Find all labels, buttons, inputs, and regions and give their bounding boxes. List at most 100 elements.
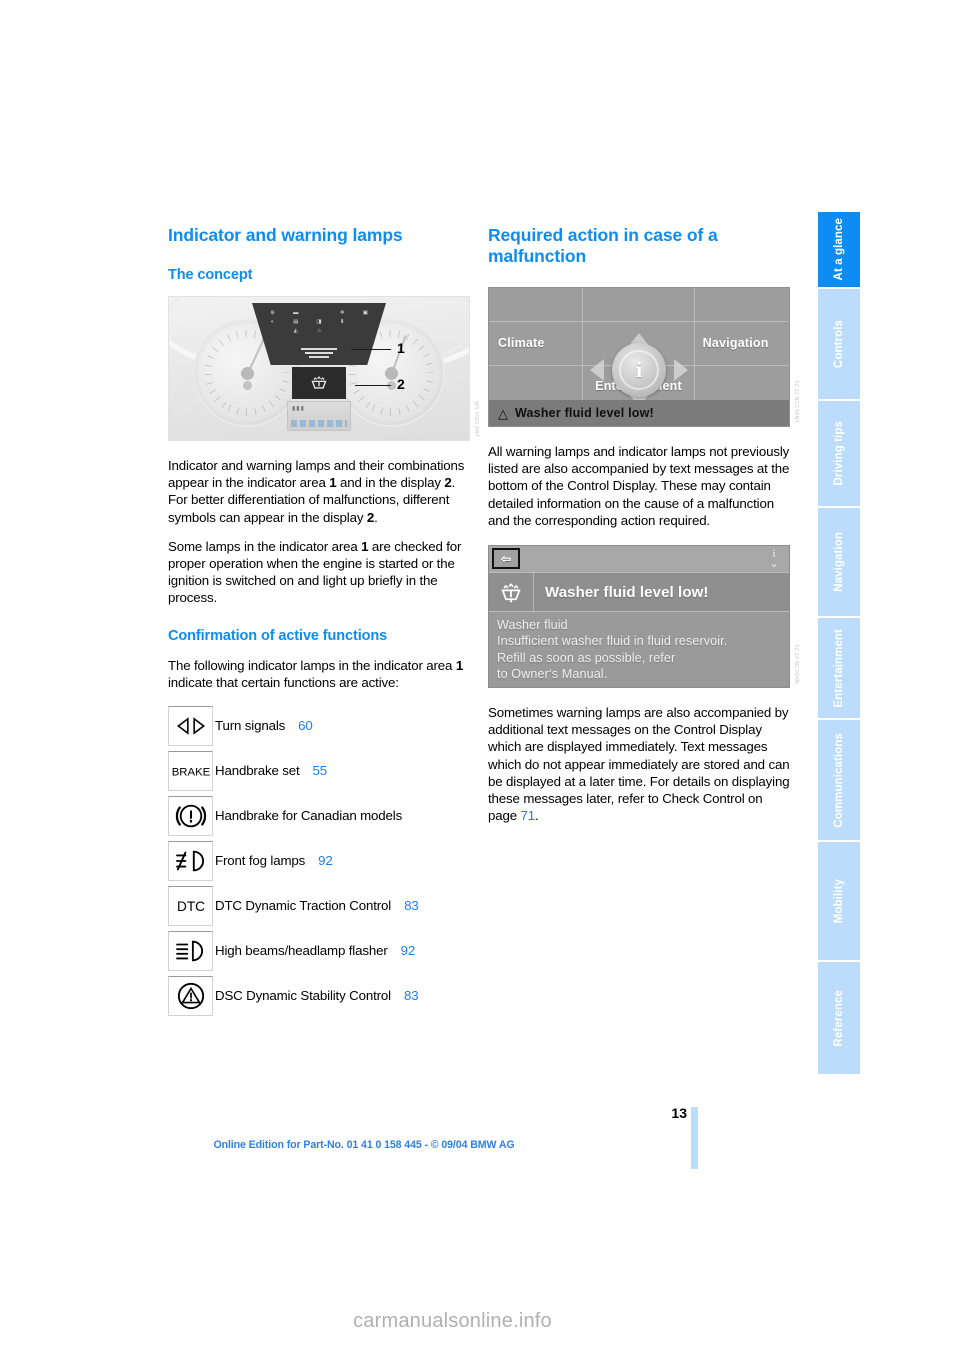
lamp-glyph: ⌂ bbox=[317, 328, 321, 334]
idrive-cell-bl bbox=[489, 365, 584, 400]
emphasis: 1 bbox=[455, 657, 464, 673]
handbrake-canada-icon bbox=[168, 795, 213, 836]
lamp-glyph bbox=[308, 310, 329, 316]
ccmsg-body-line: to Owner‘s Manual. bbox=[497, 667, 608, 682]
status-message-text: Washer fluid level low! bbox=[515, 406, 654, 420]
idrive-cell-br bbox=[695, 366, 789, 400]
lamp-glyph bbox=[355, 328, 376, 334]
ccmsg-body-line: Insufficient washer fluid in fluid reser… bbox=[497, 634, 728, 649]
symbol-label-cell: Turn signals 60 bbox=[215, 703, 470, 748]
page-reference[interactable]: 60 bbox=[298, 718, 313, 733]
idrive-controller-rose: i bbox=[590, 333, 688, 407]
page-reference[interactable]: 83 bbox=[404, 988, 419, 1003]
symbol-cell bbox=[168, 703, 215, 748]
lamp-glyph: ◭ bbox=[293, 328, 298, 334]
paragraph-confirmation: The following indicator lamps in the ind… bbox=[168, 657, 470, 691]
section-tab-reference[interactable]: Reference bbox=[818, 962, 860, 1074]
high-beam-icon bbox=[168, 930, 213, 971]
text-run: and in the display bbox=[336, 475, 445, 491]
paragraph-malfunction-1: All warning lamps and indicator lamps no… bbox=[488, 444, 790, 528]
idrive-menu-climate[interactable]: Climate bbox=[498, 336, 545, 350]
ccmsg-body-line: Washer fluid bbox=[497, 618, 568, 633]
svg-text:BRAKE: BRAKE bbox=[171, 766, 210, 778]
label-spacer bbox=[285, 718, 298, 733]
section-tab-label: At a glance bbox=[833, 218, 845, 281]
label-spacer bbox=[391, 898, 404, 913]
page-reference[interactable]: 71 bbox=[521, 808, 536, 823]
dtc-icon: DTC bbox=[168, 885, 213, 926]
washer-fluid-icon bbox=[501, 583, 521, 602]
lamp-glyph: ▤ bbox=[293, 319, 299, 325]
idrive-cell-ml: Climate bbox=[489, 322, 584, 366]
symbol-label-cell: Front fog lamps 92 bbox=[215, 838, 470, 883]
idrive-info-knob[interactable]: i bbox=[612, 343, 666, 397]
callout-number-2: 2 bbox=[397, 376, 405, 392]
section-tab-label: Driving tips bbox=[833, 421, 845, 486]
lamp-glyph: ▬ bbox=[293, 310, 299, 316]
section-tab-entertainment[interactable]: Entertainment bbox=[818, 618, 860, 718]
back-button[interactable]: ⇦ bbox=[492, 548, 520, 570]
figure-check-control-message: ⇦ i ⌄ Washer fluid level low! Washer flu… bbox=[488, 545, 799, 689]
chevron-down-icon: ⌄ bbox=[769, 558, 779, 571]
section-tab-communications[interactable]: Communications bbox=[818, 720, 860, 840]
section-tab-mobility[interactable]: Mobility bbox=[818, 842, 860, 960]
symbol-label: Handbrake for Canadian models bbox=[215, 808, 403, 824]
table-row: Front fog lamps 92 bbox=[168, 838, 470, 883]
table-row: DTC DTC Dynamic Traction Control 83 bbox=[168, 883, 470, 928]
figure-credit: SZ 11 NCCTANY bbox=[793, 379, 799, 423]
heading-confirmation-of-active-functions: Confirmation of active functions bbox=[168, 627, 388, 644]
idrive-menu-navigation[interactable]: Navigation bbox=[703, 336, 769, 350]
symbol-label: DTC Dynamic Traction Control bbox=[215, 898, 392, 914]
section-tab-at-a-glance[interactable]: At a glance bbox=[818, 212, 860, 287]
lamp-glyph bbox=[262, 328, 283, 334]
symbol-label: Handbrake set bbox=[215, 763, 300, 779]
text-run: . bbox=[374, 509, 378, 525]
table-row: High beams/headlamp flasher 92 bbox=[168, 928, 470, 973]
page-reference[interactable]: 92 bbox=[401, 943, 416, 958]
lamp-glyph: ⊛ bbox=[270, 310, 275, 316]
section-tab-label: Mobility bbox=[833, 878, 845, 924]
control-display-status-bar: △ Washer fluid level low! bbox=[489, 400, 789, 426]
odometer-lcd: ▮▮▮ bbox=[287, 401, 351, 431]
table-row: DSC Dynamic Stability Control 83 bbox=[168, 973, 470, 1018]
symbol-cell bbox=[168, 793, 215, 838]
brake-text-icon: BRAKE bbox=[168, 750, 213, 791]
figure-control-display-main-menu: Climate Navigation Entertainment bbox=[488, 287, 799, 427]
label-spacer bbox=[388, 943, 401, 958]
table-row: BRAKE Handbrake set 55 bbox=[168, 748, 470, 793]
paragraph-malfunction-2: Sometimes warning lamps are also accompa… bbox=[488, 704, 790, 824]
table-row: Turn signals 60 bbox=[168, 703, 470, 748]
back-arrow-icon: ⇦ bbox=[500, 551, 512, 566]
section-tab-driving-tips[interactable]: Driving tips bbox=[818, 401, 860, 506]
lamp-glyph bbox=[355, 319, 376, 325]
callout-leader-1 bbox=[351, 349, 391, 350]
watermark: carmanualsonline.info bbox=[353, 1310, 552, 1332]
dsc-icon bbox=[168, 975, 213, 1016]
idrive-cell-tl bbox=[489, 288, 584, 323]
section-tab-navigation[interactable]: Navigation bbox=[818, 508, 860, 616]
symbol-label-cell: DTC Dynamic Traction Control 83 bbox=[215, 883, 470, 928]
odometer-bargraph bbox=[291, 420, 347, 427]
display-area-panel bbox=[292, 367, 346, 399]
check-control-message-image: ⇦ i ⌄ Washer fluid level low! Washer flu… bbox=[488, 545, 790, 689]
symbol-label: Turn signals bbox=[215, 718, 286, 734]
section-tab-controls[interactable]: Controls bbox=[818, 289, 860, 399]
figure-credit: SZ 10 NC76HN bbox=[793, 644, 799, 685]
info-scroll-icon[interactable]: i ⌄ bbox=[765, 549, 783, 571]
right-column: Required action in case of a malfunction… bbox=[488, 225, 799, 824]
page-reference[interactable]: 92 bbox=[318, 853, 333, 868]
figure-credit: WS 00Z0 ANT bbox=[473, 400, 479, 437]
page-reference[interactable]: 83 bbox=[404, 898, 419, 913]
indicator-symbol-table: Turn signals 60 BRAKE Handbrake set 55 Hand… bbox=[168, 703, 470, 1018]
symbol-label: High beams/headlamp flasher bbox=[215, 943, 388, 959]
arrow-left-icon bbox=[590, 359, 604, 381]
symbol-label-cell: Handbrake set 55 bbox=[215, 748, 470, 793]
lamp-glyph bbox=[332, 328, 353, 334]
section-tab-label: Communications bbox=[833, 732, 845, 828]
page-number: 13 bbox=[671, 1105, 687, 1121]
idrive-cell-tr bbox=[694, 288, 789, 323]
page-reference[interactable]: 55 bbox=[313, 763, 328, 778]
instrument-cluster-image: ⊛ ▬ ✲ ▣ ◐ ▤ ◨ ⬇ ◭ ⌂ ▮▮▮ 1 2 bbox=[168, 296, 470, 441]
ccmsg-icon-cell bbox=[489, 573, 534, 612]
text-run: . bbox=[535, 808, 539, 824]
